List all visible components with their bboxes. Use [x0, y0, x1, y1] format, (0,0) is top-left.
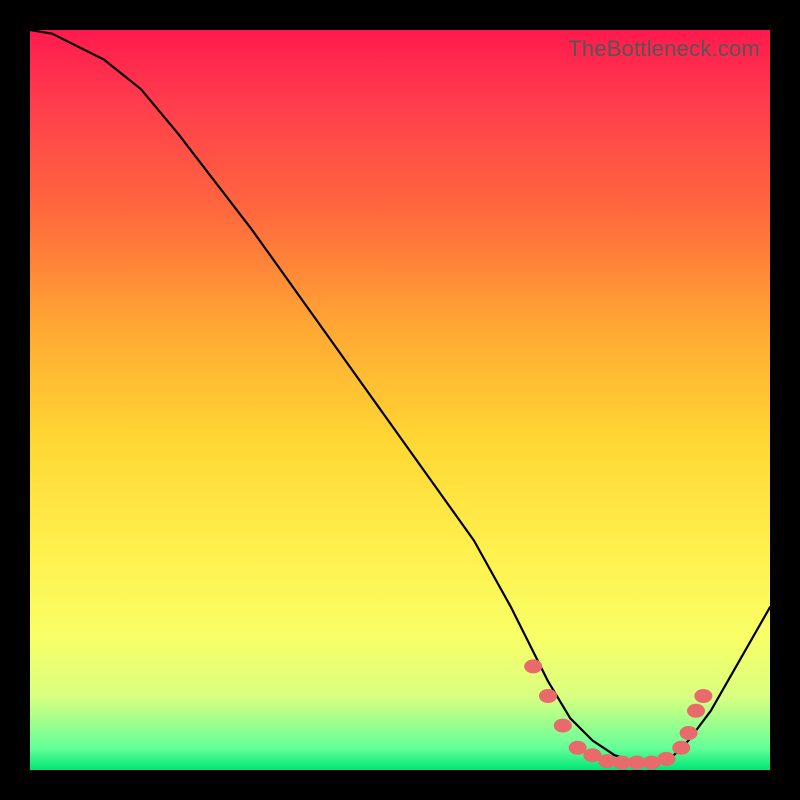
- chart-frame: TheBottleneck.com: [0, 0, 800, 800]
- curve-marker: [554, 719, 572, 733]
- curve-marker: [539, 689, 557, 703]
- marker-group: [524, 659, 712, 769]
- curve-marker: [657, 752, 675, 766]
- plot-area: TheBottleneck.com: [30, 30, 770, 770]
- curve-marker: [687, 704, 705, 718]
- curve-marker: [524, 659, 542, 673]
- curve-svg: [30, 30, 770, 770]
- curve-marker: [569, 741, 587, 755]
- curve-marker: [672, 741, 690, 755]
- curve-marker: [694, 689, 712, 703]
- bottleneck-curve: [30, 30, 770, 763]
- curve-marker: [680, 726, 698, 740]
